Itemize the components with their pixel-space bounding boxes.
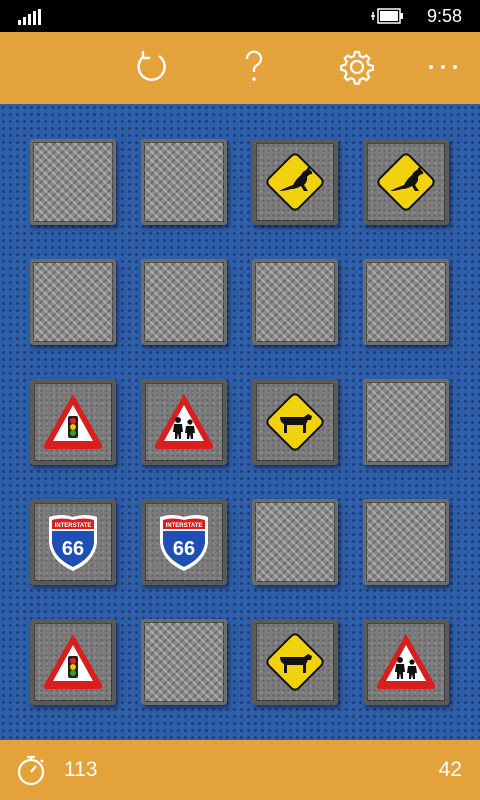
card-face-down[interactable]: [363, 499, 449, 585]
school-children-sign-icon: [154, 394, 214, 449]
route-66-sign-icon: INTERSTATE 66: [160, 515, 208, 571]
card-face-down[interactable]: [252, 259, 338, 345]
ellipsis-icon: [429, 65, 457, 69]
svg-text:INTERSTATE: INTERSTATE: [55, 523, 92, 529]
game-board: INTERSTATE 66 INTERSTATE 66: [0, 104, 480, 740]
card-kangaroo-sign[interactable]: [252, 139, 338, 225]
battery-icon: [371, 8, 403, 24]
school-children-sign-icon: [376, 634, 436, 689]
footer-bar: 113 42: [0, 740, 480, 800]
card-face-down[interactable]: [141, 619, 227, 705]
refresh-icon: [137, 51, 166, 81]
card-face-down[interactable]: [30, 259, 116, 345]
card-face-down[interactable]: [252, 499, 338, 585]
kangaroo-sign-icon: [266, 153, 324, 211]
score-value: 42: [438, 758, 462, 781]
more-button[interactable]: [418, 42, 468, 92]
cattle-sign-icon: [266, 393, 324, 451]
help-button[interactable]: [229, 42, 279, 92]
card-route-66-sign[interactable]: INTERSTATE 66: [141, 499, 227, 585]
question-icon: [245, 50, 263, 81]
clock: 9:58: [426, 6, 462, 26]
card-kangaroo-sign[interactable]: [363, 139, 449, 225]
kangaroo-sign-icon: [377, 153, 435, 211]
card-traffic-light-sign[interactable]: [30, 379, 116, 465]
toolbar: [0, 32, 480, 104]
traffic-light-sign-icon: [43, 394, 103, 449]
cattle-sign-icon: [266, 633, 324, 691]
card-cattle-sign[interactable]: [252, 379, 338, 465]
card-face-down[interactable]: [141, 139, 227, 225]
traffic-light-sign-icon: [43, 634, 103, 689]
card-face-down[interactable]: [141, 259, 227, 345]
card-face-down[interactable]: [363, 379, 449, 465]
card-route-66-sign[interactable]: INTERSTATE 66: [30, 499, 116, 585]
svg-text:66: 66: [173, 538, 195, 560]
svg-text:66: 66: [62, 538, 84, 560]
gear-icon: [340, 50, 374, 85]
signal-strength-icon: [18, 9, 44, 25]
route-66-sign-icon: INTERSTATE 66: [49, 515, 97, 571]
card-cattle-sign[interactable]: [252, 619, 338, 705]
status-bar: 9:58: [0, 0, 480, 32]
card-face-down[interactable]: [30, 139, 116, 225]
card-traffic-light-sign[interactable]: [30, 619, 116, 705]
card-face-down[interactable]: [363, 259, 449, 345]
restart-button[interactable]: [127, 42, 177, 92]
settings-button[interactable]: [332, 42, 382, 92]
stopwatch-icon: [17, 755, 45, 786]
card-school-children-sign[interactable]: [363, 619, 449, 705]
timer-value: 113: [64, 758, 98, 781]
svg-text:INTERSTATE: INTERSTATE: [166, 523, 203, 529]
card-school-children-sign[interactable]: [141, 379, 227, 465]
